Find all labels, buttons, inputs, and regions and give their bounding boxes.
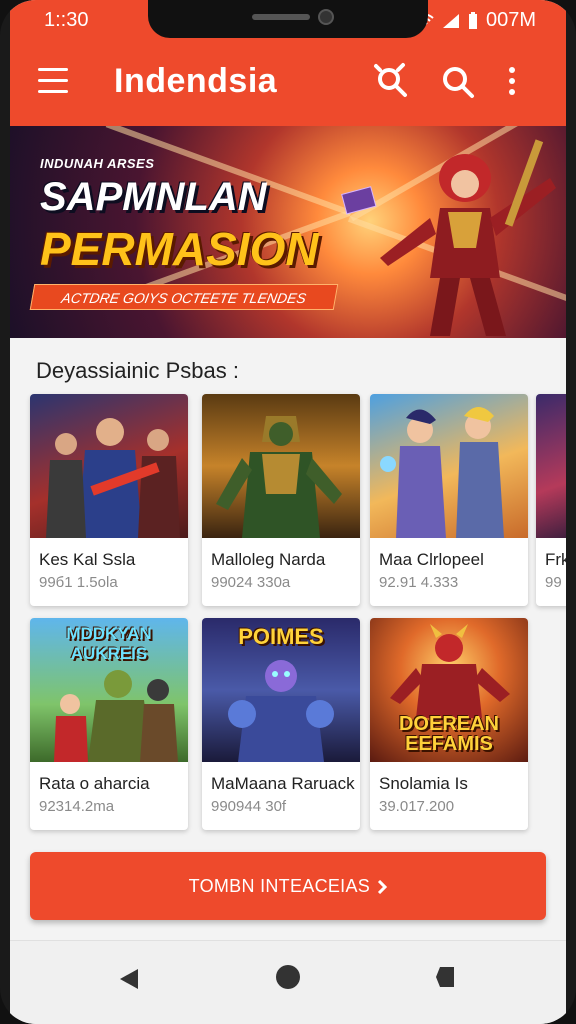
game-thumbnail: [202, 394, 360, 538]
app-bar: Indendsia: [10, 48, 566, 118]
cta-label: TOMBN INTEACEIAS: [188, 876, 371, 896]
banner-text: INDUNAH ARSES SAPMNLAN PERMASION: [40, 156, 319, 276]
camera-notch: [148, 0, 428, 38]
game-card[interactable]: POIMES MaMaana Raruack 990944 30f: [202, 618, 360, 830]
more-vert-icon[interactable]: [502, 62, 522, 102]
app-title: Indendsia: [114, 62, 278, 100]
game-title: Malloleg Narda: [211, 550, 326, 569]
game-title: Maa Clrlopeel: [379, 550, 484, 569]
home-icon[interactable]: [276, 965, 300, 989]
banner-subheadline: PERMASION: [40, 223, 319, 275]
game-thumbnail: DOEREAN EEFAMIS: [370, 618, 528, 762]
banner-headline: SAPMNLAN: [40, 175, 267, 219]
recent-icon[interactable]: [434, 965, 456, 989]
banner-eyebrow: INDUNAH ARSES: [40, 156, 155, 171]
game-thumbnail: [536, 394, 566, 538]
game-card[interactable]: Frk 99: [536, 394, 566, 606]
game-meta: 99б1 1.5ola: [39, 574, 118, 591]
game-title: Kes Kal Ssla: [39, 550, 136, 569]
back-icon[interactable]: [118, 967, 140, 991]
system-nav-bar: [10, 940, 566, 1024]
game-thumbnail: [370, 394, 528, 538]
primary-cta-button[interactable]: TOMBN INTEACEIAS: [30, 852, 546, 920]
game-meta: 92314.2ma: [39, 798, 115, 815]
front-camera: [318, 9, 334, 25]
game-title: MaMaana Raruack: [211, 774, 355, 793]
game-meta: 99024 330a: [211, 574, 291, 591]
menu-icon[interactable]: [38, 68, 68, 94]
game-card[interactable]: MDDKYAN AUKREIS Rata o aharcia 92314.2ma: [30, 618, 188, 830]
search-people-icon[interactable]: [372, 62, 412, 102]
game-meta: 99: [545, 574, 562, 591]
game-meta: 990944 30f: [211, 798, 287, 815]
promo-banner[interactable]: INDUNAH ARSES SAPMNLAN PERMASION ACTDRE …: [10, 126, 566, 338]
hero-character-illustration: [380, 139, 556, 336]
game-title: Snolamia Is: [379, 774, 468, 793]
game-thumbnail: MDDKYAN AUKREIS: [30, 618, 188, 762]
game-meta: 39.017.200: [379, 798, 455, 815]
thumbnail-logo-text: DOEREAN EEFAMIS: [398, 713, 499, 755]
game-thumbnail: POIMES: [202, 618, 360, 762]
game-card[interactable]: Kes Kal Ssla 99б1 1.5ola: [30, 394, 188, 606]
status-percent: 007M: [485, 9, 536, 31]
game-title: Rata o aharcia: [39, 774, 150, 793]
chevron-right-icon: [378, 880, 388, 895]
status-time: 1::30: [44, 9, 89, 31]
screen: 1::30 007M Indendsia INDUNAH ARSES SAPMN…: [10, 0, 566, 1024]
phone-frame: 1::30 007M Indendsia INDUNAH ARSES SAPMN…: [0, 0, 576, 1024]
top-app-bar: 1::30 007M Indendsia: [10, 0, 566, 126]
game-card[interactable]: DOEREAN EEFAMIS Snolamia Is 39.017.200: [370, 618, 528, 830]
speaker-grille: [252, 14, 310, 20]
game-meta: 92.91 4.333: [379, 574, 459, 591]
search-icon[interactable]: [438, 62, 478, 102]
flying-card-decoration: [341, 186, 377, 215]
banner-tagline: ACTDRE GOIYS OCTEETE TLENDES: [29, 284, 339, 310]
game-title: Frk: [545, 550, 566, 569]
battery-icon: [468, 11, 477, 29]
game-card[interactable]: Malloleg Narda 99024 330a: [202, 394, 360, 606]
game-thumbnail: [30, 394, 188, 538]
status-icons: 007M: [416, 9, 536, 32]
signal-icon: [442, 13, 459, 28]
game-card[interactable]: Maa Clrlopeel 92.91 4.333: [370, 394, 528, 606]
section-title: Deyassiainic Psbas :: [36, 358, 239, 383]
